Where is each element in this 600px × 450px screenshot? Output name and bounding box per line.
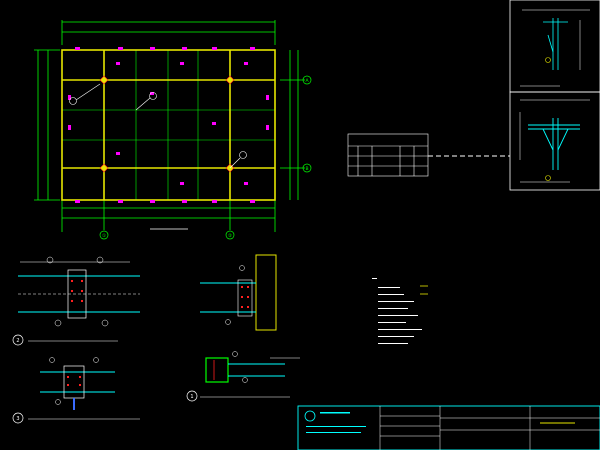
cad-drawing-sheet: ① ② A B 2 3 1 [12,0,600,450]
column-connection-detail [200,254,277,331]
title-block [297,405,600,450]
detail-3-beam-splice: 3 [12,357,140,424]
detail-2-marker: 2 [16,338,19,344]
plan-top-dimensions [61,20,276,45]
structural-plan: ① ② A B [34,20,312,240]
upper-section-dims [520,9,590,87]
plan-grid [62,50,275,200]
plan-beams [61,49,276,201]
axis-label-b: B [305,166,308,172]
plan-side-dimensions [34,49,305,201]
plan-column-marks [68,47,269,203]
section-details-panel [509,0,600,191]
general-notes [372,278,428,344]
plan-callouts [69,83,247,169]
axis-label-a: A [305,78,309,84]
upper-callout-bubble [545,57,551,63]
detail-1-marker: 1 [190,394,193,400]
axis-label-1: ① [102,233,106,239]
axis-label-2: ② [228,233,232,239]
plan-bottom-dimensions [61,198,276,232]
lower-callout-bubble [545,175,551,181]
detail-3-marker: 3 [16,416,19,422]
detail-1-edge-connection: 1 [186,351,300,402]
company-logo-icon [304,410,316,422]
lower-section-detail [528,118,580,170]
plan-axis-bubbles: ① ② A B [99,75,312,240]
material-table [347,133,510,177]
lower-section-dims [519,99,590,183]
detail-2-beam-splice: 2 [12,256,140,346]
